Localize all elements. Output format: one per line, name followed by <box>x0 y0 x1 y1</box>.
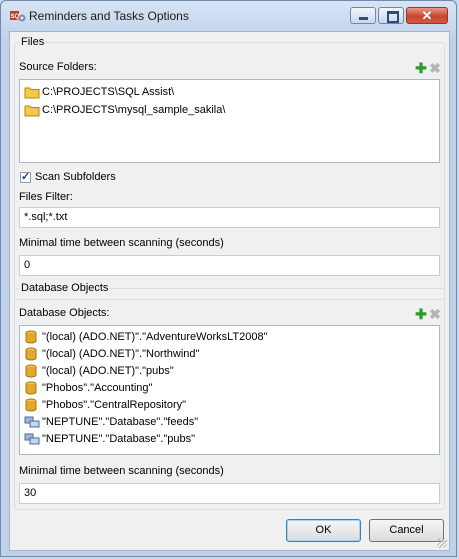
folder-icon <box>24 105 40 117</box>
scan-subfolders-checkbox[interactable]: Scan Subfolders <box>20 170 116 183</box>
folder-icon <box>24 87 40 99</box>
cancel-button[interactable]: Cancel <box>369 519 444 542</box>
source-folders-label: Source Folders: <box>19 61 97 73</box>
database-object-text: "(local) (ADO.NET)"."pubs" <box>42 365 174 377</box>
database-object-text: "Phobos"."Accounting" <box>42 382 153 394</box>
options-window: SQL Reminders and Tasks Options ✕ Files … <box>0 0 457 557</box>
database-object-item[interactable]: "(local) (ADO.NET)"."pubs" <box>24 362 174 380</box>
database-objects-label: Database Objects: <box>19 307 110 319</box>
database-objects-group-title: Database Objects <box>19 282 111 294</box>
caption-buttons: ✕ <box>350 7 448 24</box>
server-icon <box>24 433 40 445</box>
app-icon: SQL <box>10 11 26 22</box>
window-title: Reminders and Tasks Options <box>29 9 189 23</box>
files-filter-input[interactable]: *.sql;*.txt <box>19 207 440 228</box>
folder-list-item[interactable]: C:\PROJECTS\mysql_sample_sakila\ <box>24 101 225 119</box>
database-object-text: "NEPTUNE"."Database"."pubs" <box>42 433 196 445</box>
database-object-text: "NEPTUNE"."Database"."feeds" <box>42 416 199 428</box>
database-object-item[interactable]: "Phobos"."Accounting" <box>24 379 152 397</box>
database-objects-list[interactable]: "(local) (ADO.NET)"."AdventureWorksLT200… <box>19 325 440 455</box>
db-min-time-label: Minimal time between scanning (seconds) <box>19 465 224 477</box>
files-group-title: Files <box>19 36 47 48</box>
files-min-time-input[interactable]: 0 <box>19 255 440 276</box>
database-object-item[interactable]: "NEPTUNE"."Database"."pubs" <box>24 430 195 448</box>
folder-path: C:\PROJECTS\SQL Assist\ <box>42 86 175 98</box>
database-objects-group: Database Objects Database Objects: ✚ ✖ "… <box>14 282 445 510</box>
database-icon <box>25 364 37 378</box>
remove-object-icon[interactable]: ✖ <box>429 307 441 321</box>
close-button[interactable]: ✕ <box>406 7 448 24</box>
server-icon <box>24 416 40 428</box>
files-group: Files Source Folders: ✚ ✖ C:\PROJECTS\SQ… <box>14 36 445 300</box>
maximize-icon <box>387 11 399 23</box>
scan-subfolders-check[interactable] <box>20 170 31 183</box>
files-min-time-label: Minimal time between scanning (seconds) <box>19 237 224 249</box>
minimize-button[interactable] <box>350 7 376 24</box>
dialog-body: Files Source Folders: ✚ ✖ C:\PROJECTS\SQ… <box>9 31 450 551</box>
maximize-button[interactable] <box>378 7 404 24</box>
add-folder-icon[interactable]: ✚ <box>415 61 427 75</box>
database-object-text: "Phobos"."CentralRepository" <box>42 399 187 411</box>
database-object-item[interactable]: "(local) (ADO.NET)"."AdventureWorksLT200… <box>24 328 268 346</box>
resize-grip[interactable] <box>437 538 447 548</box>
database-object-item[interactable]: "(local) (ADO.NET)"."Northwind" <box>24 345 199 363</box>
database-object-text: "(local) (ADO.NET)"."AdventureWorksLT200… <box>42 331 268 343</box>
source-folders-list[interactable]: C:\PROJECTS\SQL Assist\ C:\PROJECTS\mysq… <box>19 79 440 163</box>
files-filter-label: Files Filter: <box>19 191 73 203</box>
remove-folder-icon[interactable]: ✖ <box>429 61 441 75</box>
db-min-time-input[interactable]: 30 <box>19 483 440 504</box>
close-icon: ✕ <box>421 8 433 23</box>
folder-list-item[interactable]: C:\PROJECTS\SQL Assist\ <box>24 83 174 101</box>
ok-button[interactable]: OK <box>286 519 361 542</box>
database-icon <box>25 330 37 344</box>
folder-path: C:\PROJECTS\mysql_sample_sakila\ <box>42 104 226 116</box>
database-icon <box>25 381 37 395</box>
minimize-icon <box>359 17 368 20</box>
database-object-item[interactable]: "Phobos"."CentralRepository" <box>24 396 186 414</box>
add-object-icon[interactable]: ✚ <box>415 307 427 321</box>
title-bar[interactable]: SQL Reminders and Tasks Options ✕ <box>1 1 456 31</box>
database-object-text: "(local) (ADO.NET)"."Northwind" <box>42 348 200 360</box>
database-icon <box>25 347 37 361</box>
scan-subfolders-label: Scan Subfolders <box>35 171 116 183</box>
database-icon <box>25 398 37 412</box>
database-object-item[interactable]: "NEPTUNE"."Database"."feeds" <box>24 413 198 431</box>
